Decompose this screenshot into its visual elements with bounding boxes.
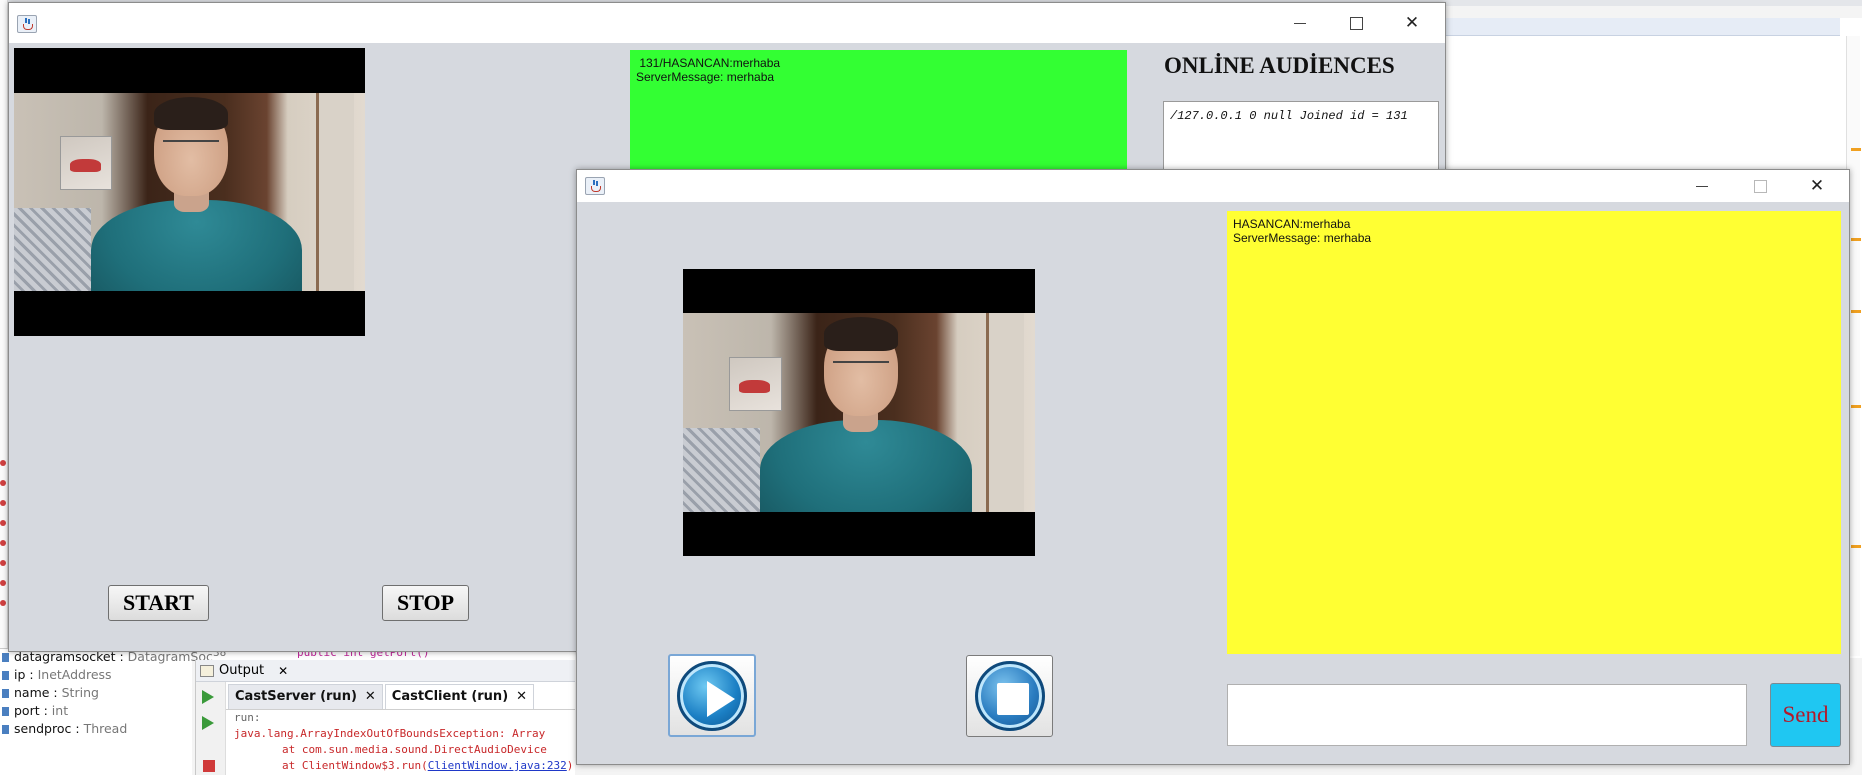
field-icon	[2, 671, 9, 680]
output-line: at com.sun.media.sound.DirectAudioDevice	[282, 743, 547, 756]
breakpoint-icon	[0, 600, 6, 606]
minimize-icon[interactable]	[1679, 172, 1725, 200]
breakpoint-icon	[0, 560, 6, 566]
field-icon	[2, 653, 9, 662]
error-marker-icon[interactable]	[1851, 405, 1861, 408]
start-button[interactable]: START	[108, 585, 209, 621]
client-chat-area[interactable]: HASANCAN:merhaba ServerMessage: merhaba	[1227, 211, 1841, 654]
output-close-icon[interactable]: ✕	[278, 664, 288, 678]
stop-process-icon[interactable]	[203, 760, 215, 772]
server-chat-area[interactable]: 131/HASANCAN:merhaba ServerMessage: merh…	[630, 50, 1127, 175]
breakpoint-icon	[0, 580, 6, 586]
output-body: CastServer (run) ✕ CastClient (run) ✕ run:…	[226, 682, 575, 775]
field-icon	[2, 725, 9, 734]
output-line: at ClientWindow$3.run(ClientWindow.java:…	[282, 759, 574, 772]
navigator-item[interactable]: port : int	[0, 703, 192, 721]
error-marker-icon[interactable]	[1851, 545, 1861, 548]
play-icon	[677, 660, 747, 731]
maximize-icon	[1737, 172, 1783, 200]
navigator-item[interactable]: ip : InetAddress	[0, 667, 192, 685]
webcam-frame	[14, 92, 365, 292]
field-icon	[2, 707, 9, 716]
field-icon	[2, 689, 9, 698]
breakpoint-icon	[0, 520, 6, 526]
output-line: run:	[234, 711, 261, 724]
run-toolbar	[196, 682, 226, 775]
breakpoint-icon	[0, 480, 6, 486]
java-icon	[17, 15, 37, 33]
breakpoint-icon	[0, 540, 6, 546]
error-marker-icon[interactable]	[1851, 310, 1861, 313]
close-icon[interactable]: ✕	[1794, 172, 1840, 200]
message-input[interactable]	[1227, 684, 1747, 746]
output-tabs: CastServer (run) ✕ CastClient (run) ✕	[226, 682, 575, 710]
play-button[interactable]	[668, 654, 756, 737]
client-window: ✕ HASANCAN:merhaba ServerMessage: merhab…	[576, 169, 1850, 765]
server-video-preview	[14, 48, 365, 336]
output-title: Output	[219, 663, 265, 678]
audience-list[interactable]: /127.0.0.1 0 null Joined id = 131	[1163, 101, 1439, 171]
stop-icon	[974, 661, 1045, 731]
stop-button[interactable]: STOP	[382, 585, 469, 621]
rerun-with-args-icon[interactable]	[202, 716, 214, 730]
navigator-item[interactable]: name : String	[0, 685, 192, 703]
minimize-icon[interactable]	[1277, 9, 1323, 37]
output-line: java.lang.ArrayIndexOutOfBoundsException…	[234, 727, 546, 740]
stop-stream-button[interactable]	[966, 655, 1053, 737]
audience-title: ONLİNE AUDİENCES	[1164, 53, 1395, 78]
breakpoint-icon	[0, 500, 6, 506]
navigator-panel: datagramsocket : DatagramSoc ip : InetAd…	[0, 648, 213, 775]
output-panel: Output ✕ CastServer (run) ✕ CastClient (r…	[195, 660, 575, 775]
tab-castclient-run[interactable]: CastClient (run) ✕	[384, 684, 535, 709]
tab-castserver-run[interactable]: CastServer (run) ✕	[228, 684, 383, 709]
java-icon	[585, 177, 605, 195]
breakpoint-icon	[0, 460, 6, 466]
navigator-item[interactable]: sendproc : Thread	[0, 721, 192, 739]
output-icon	[200, 664, 214, 677]
output-titlebar: Output ✕	[196, 660, 575, 682]
tab-close-icon[interactable]: ✕	[516, 689, 527, 704]
stacktrace-link[interactable]: ClientWindow.java:232	[428, 759, 567, 772]
send-button[interactable]: Send	[1770, 683, 1841, 747]
editor-tab-strip	[1440, 18, 1840, 36]
webcam-frame	[683, 313, 1035, 512]
client-titlebar: ✕	[577, 170, 1849, 202]
server-titlebar: ✕	[9, 3, 1445, 43]
close-icon[interactable]: ✕	[1389, 9, 1435, 37]
ide-left-gutter	[0, 0, 8, 660]
error-marker-icon[interactable]	[1851, 148, 1861, 151]
maximize-icon[interactable]	[1333, 9, 1379, 37]
client-video-preview	[683, 269, 1035, 556]
rerun-icon[interactable]	[202, 690, 214, 704]
error-marker-icon[interactable]	[1851, 238, 1861, 241]
tab-close-icon[interactable]: ✕	[365, 689, 376, 704]
